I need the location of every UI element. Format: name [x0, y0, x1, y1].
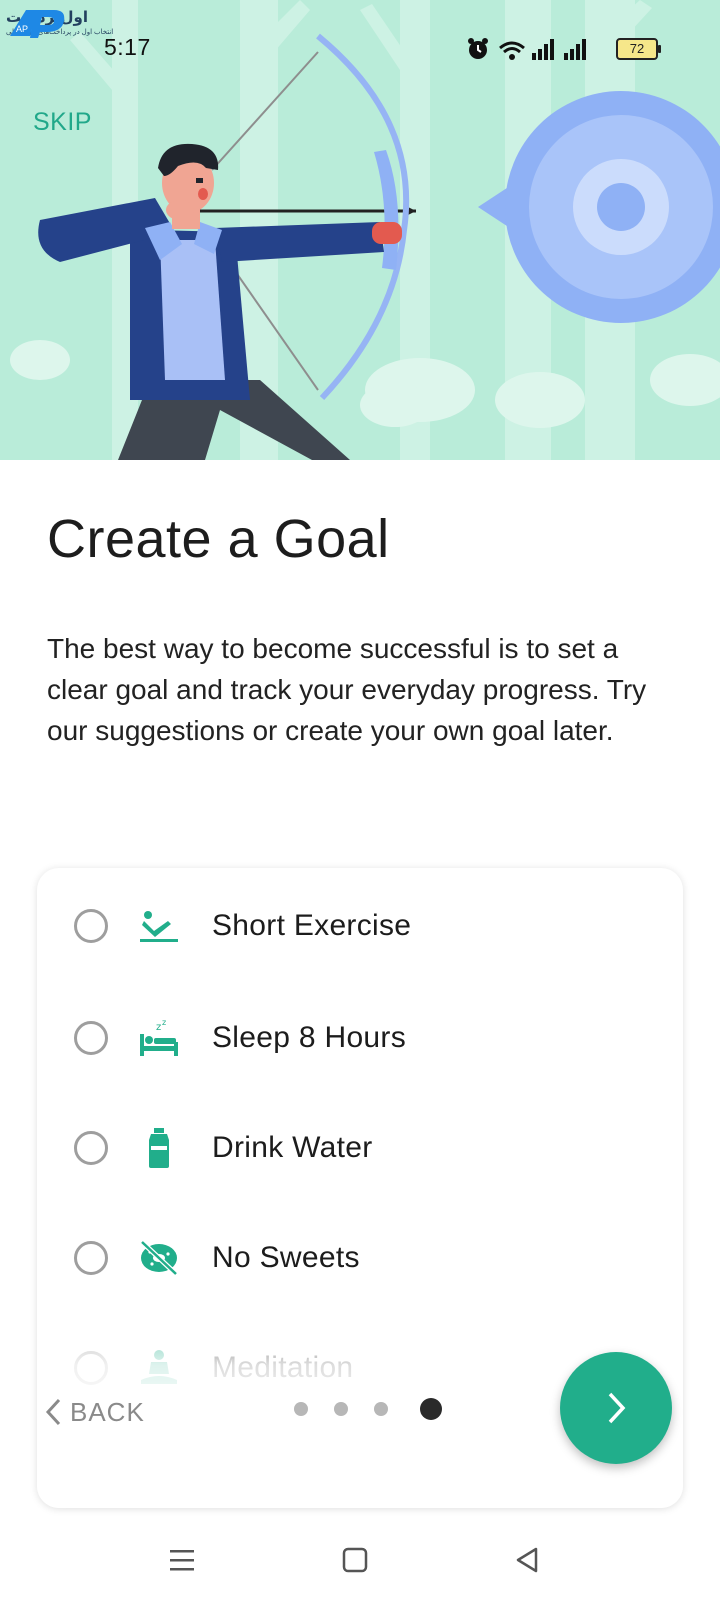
page-dot-1: [294, 1402, 308, 1416]
page-indicator: [294, 1398, 442, 1420]
goal-label: Meditation: [212, 1351, 354, 1384]
exercise-icon: [137, 904, 181, 948]
svg-text:z: z: [162, 1018, 166, 1027]
goal-radio[interactable]: [74, 1021, 108, 1055]
status-icons: [468, 38, 586, 60]
svg-text:AP: AP: [16, 24, 28, 34]
signal-icon-2: [564, 39, 586, 60]
goal-item-sleep[interactable]: z z Sleep 8 Hours: [37, 992, 683, 1084]
chevron-right-icon: [608, 1392, 626, 1424]
goal-label: Drink Water: [212, 1131, 373, 1164]
sleep-icon: z z: [137, 1016, 181, 1060]
chevron-left-icon: [45, 1398, 61, 1426]
goal-item-short-exercise[interactable]: Short Exercise: [37, 880, 683, 972]
goal-radio[interactable]: [74, 1131, 108, 1165]
svg-text:z: z: [156, 1022, 161, 1033]
goal-radio[interactable]: [74, 1461, 108, 1495]
goal-label: No Sweets: [212, 1241, 360, 1274]
page-dot-3: [374, 1402, 388, 1416]
alarm-icon: [468, 38, 488, 59]
page-title: Create a Goal: [47, 509, 390, 569]
no-sweets-icon: [137, 1236, 181, 1280]
water-bottle-icon: [137, 1126, 181, 1170]
page-dot-4-active: [420, 1398, 442, 1420]
home-square-icon: [342, 1547, 368, 1573]
goal-radio[interactable]: [74, 1241, 108, 1275]
watermark-logo-icon: AP: [10, 10, 65, 38]
page-description: The best way to become successful is to …: [47, 633, 647, 746]
goal-item-no-sweets[interactable]: No Sweets: [37, 1212, 683, 1304]
meditation-icon: [137, 1346, 181, 1390]
hero-illustration: اول‌پرداخت انتخاب اول در پرداخت‌های بین …: [0, 0, 720, 460]
back-triangle-icon: [516, 1547, 538, 1573]
status-bar: اول‌پرداخت انتخاب اول در پرداخت‌های بین …: [0, 0, 720, 80]
status-time: 5:17: [104, 34, 151, 60]
goal-label: Sleep 8 Hours: [212, 1021, 407, 1054]
battery-indicator: 72: [616, 38, 661, 60]
wifi-icon: [499, 41, 525, 54]
goal-label: Read: [212, 1461, 285, 1494]
recent-apps-button[interactable]: [160, 1538, 204, 1582]
signal-icon: [532, 39, 554, 60]
menu-icon: [170, 1550, 194, 1571]
back-button[interactable]: BACK: [44, 1392, 145, 1432]
goal-radio[interactable]: [74, 909, 108, 943]
goal-label: Short Exercise: [212, 909, 412, 942]
goal-radio[interactable]: [74, 1351, 108, 1385]
skip-button[interactable]: SKIP: [33, 108, 92, 137]
book-icon: [137, 1456, 181, 1500]
goal-item-drink-water[interactable]: Drink Water: [37, 1102, 683, 1194]
system-back-button[interactable]: [505, 1538, 549, 1582]
page-dot-2: [334, 1402, 348, 1416]
next-button[interactable]: [560, 1352, 672, 1464]
android-navigation-bar: [0, 1520, 720, 1600]
home-button[interactable]: [333, 1538, 377, 1582]
back-label: BACK: [70, 1396, 145, 1427]
